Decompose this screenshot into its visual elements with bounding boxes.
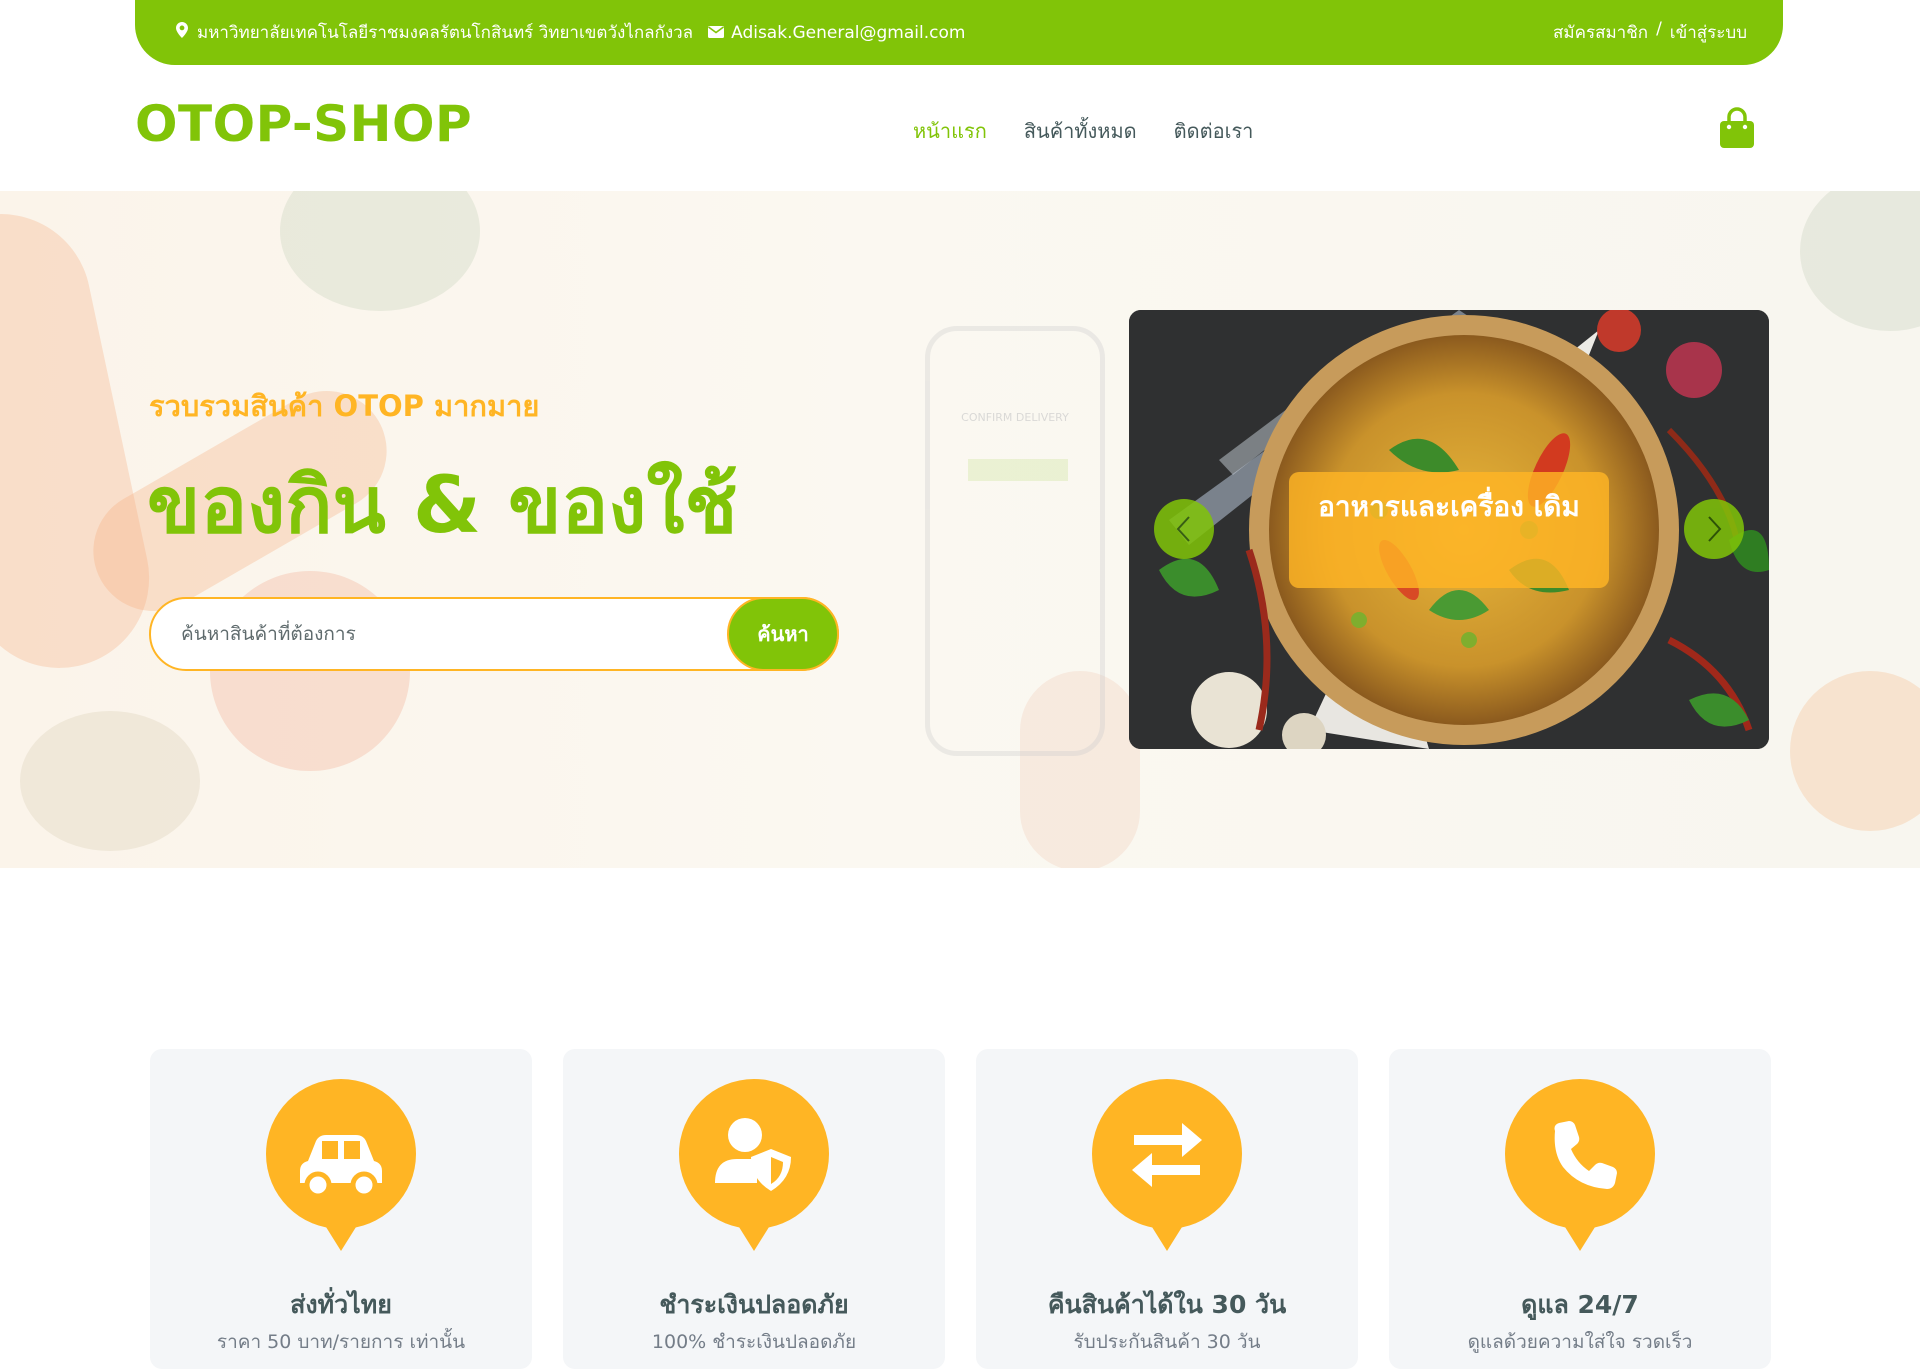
car-icon: [266, 1079, 416, 1251]
nav-contact[interactable]: ติดต่อเรา: [1174, 115, 1254, 147]
email-link[interactable]: Adisak.General@gmail.com: [731, 23, 965, 43]
slide-caption: อาหารและเครื่อง เดิม: [1289, 472, 1609, 588]
bg-egg: [20, 711, 200, 851]
carousel-prev-button[interactable]: [1154, 499, 1214, 559]
site-logo[interactable]: OTOP-SHOP: [135, 95, 472, 153]
feature-title: ชำระเงินปลอดภัย: [659, 1290, 849, 1319]
feature-desc: ดูแลด้วยความใส่ใจ รวดเร็ว: [1467, 1331, 1693, 1353]
nav-home[interactable]: หน้าแรก: [913, 115, 987, 147]
feature-card-payment: ชำระเงินปลอดภัย 100% ชำระเงินปลอดภัย: [563, 1049, 945, 1369]
shopping-bag-icon[interactable]: [1717, 107, 1757, 149]
phone-illustration: CONFIRM DELIVERY: [925, 326, 1105, 756]
envelope-icon: [707, 23, 725, 43]
feature-title: ดูแล 24/7: [1521, 1290, 1639, 1319]
feature-card-return: คืนสินค้าได้ใน 30 วัน รับประกันสินค้า 30…: [976, 1049, 1358, 1369]
feature-card-shipping: ส่งทั่วไทย ราคา 50 บาท/รายการ เท่านั้น: [150, 1049, 532, 1369]
separator: /: [1656, 19, 1662, 39]
feature-card-support: ดูแล 24/7 ดูแลด้วยความใส่ใจ รวดเร็ว: [1389, 1049, 1771, 1369]
main-menu: หน้าแรก สินค้าทั้งหมด ติดต่อเรา: [913, 115, 1253, 147]
address-text: มหาวิทยาลัยเทคโนโลยีราชมงคลรัตนโกสินทร์ …: [197, 23, 694, 43]
phone-button: [968, 459, 1068, 481]
login-link[interactable]: เข้าสู่ระบบ: [1670, 19, 1747, 46]
navbar: OTOP-SHOP หน้าแรก สินค้าทั้งหมด ติดต่อเร…: [0, 65, 1920, 191]
feature-title: ส่งทั่วไทย: [290, 1290, 392, 1319]
map-marker-icon: [173, 22, 191, 43]
features-section: ส่งทั่วไทย ราคา 50 บาท/รายการ เท่านั้น ช…: [150, 1049, 1771, 1369]
feature-desc: 100% ชำระเงินปลอดภัย: [651, 1331, 857, 1353]
bg-fruit: [1790, 671, 1920, 831]
bg-herb: [1800, 191, 1920, 331]
carousel-next-button[interactable]: [1684, 499, 1744, 559]
chevron-left-icon: [1176, 516, 1190, 542]
phone-text: CONFIRM DELIVERY: [961, 411, 1069, 424]
hero-carousel: อาหารและเครื่อง เดิม: [1129, 310, 1769, 749]
feature-desc: รับประกันสินค้า 30 วัน: [1073, 1331, 1261, 1353]
exchange-icon: [1092, 1079, 1242, 1251]
nav-all-products[interactable]: สินค้าทั้งหมด: [1024, 115, 1137, 147]
bg-carrot: [0, 197, 166, 685]
hero-subtitle: รวบรวมสินค้า OTOP มากมาย: [149, 389, 540, 423]
account-links: สมัครสมาชิก / เข้าสู่ระบบ: [1553, 19, 1747, 46]
phone-icon: [1505, 1079, 1655, 1251]
top-info-bar: มหาวิทยาลัยเทคโนโลยีราชมงคลรัตนโกสินทร์ …: [135, 0, 1783, 65]
feature-desc: ราคา 50 บาท/รายการ เท่านั้น: [216, 1331, 466, 1353]
bg-vegetable: [280, 191, 480, 311]
search-input[interactable]: [179, 619, 699, 649]
hero-title: ของกิน & ของใช้: [147, 461, 738, 551]
feature-title: คืนสินค้าได้ใน 30 วัน: [1047, 1290, 1287, 1319]
hero-section: CONFIRM DELIVERY รวบรวมสินค้า OTOP มากมา…: [0, 191, 1920, 868]
search-button[interactable]: ค้นหา: [727, 597, 839, 671]
user-shield-icon: [679, 1079, 829, 1251]
contact-info: มหาวิทยาลัยเทคโนโลยีราชมงคลรัตนโกสินทร์ …: [173, 19, 965, 46]
search-bar: ค้นหา: [149, 597, 839, 671]
register-link[interactable]: สมัครสมาชิก: [1553, 19, 1648, 46]
chevron-right-icon: [1708, 516, 1722, 542]
